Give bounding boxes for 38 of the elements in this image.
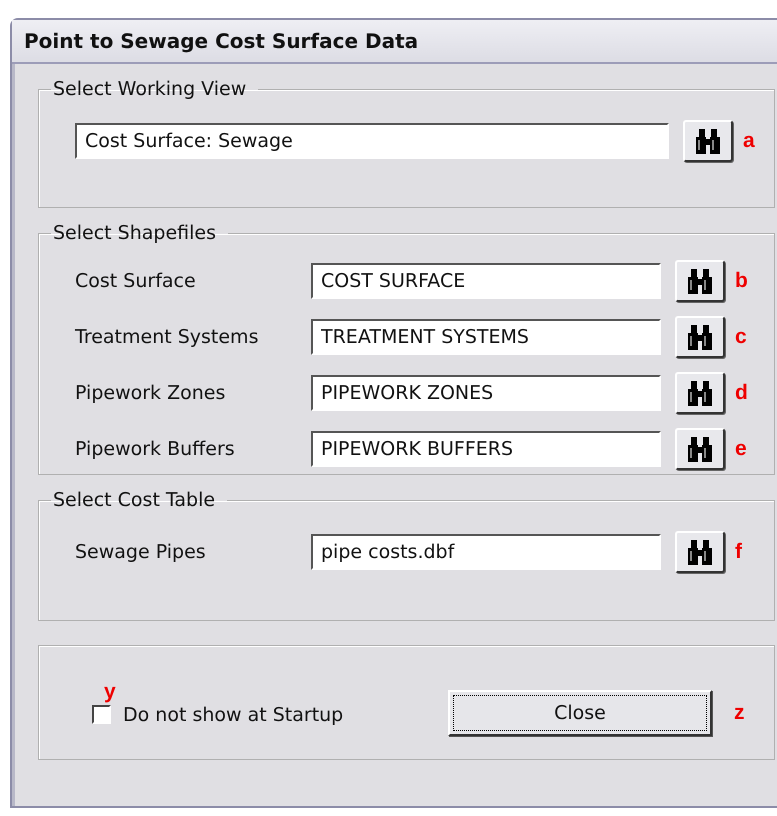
browse-button[interactable] <box>675 260 725 302</box>
field-label: Pipework Zones <box>75 382 226 404</box>
annotation-letter: c <box>735 325 747 349</box>
checkbox-label: Do not show at Startup <box>123 704 344 726</box>
browse-button[interactable] <box>675 531 725 573</box>
annotation-letter: y <box>104 680 117 704</box>
text-field[interactable]: pipe costs.dbf <box>311 534 661 570</box>
group-title: Select Working View <box>52 78 248 100</box>
text-field[interactable]: COST SURFACE <box>311 263 661 299</box>
browse-button[interactable] <box>675 428 725 470</box>
field-label: Sewage Pipes <box>75 541 207 563</box>
checkbox[interactable] <box>92 705 111 724</box>
browse-button[interactable] <box>683 120 733 162</box>
annotation-letter: a <box>743 129 755 153</box>
field-label: Treatment Systems <box>75 326 260 348</box>
group-title: Select Shapefiles <box>52 222 217 244</box>
binoculars-icon <box>687 267 713 295</box>
binoculars-icon <box>687 379 713 407</box>
field-label: Pipework Buffers <box>75 438 236 460</box>
group-title: Select Cost Table <box>52 489 216 511</box>
close-button[interactable]: Close <box>448 690 712 736</box>
window-title: Point to Sewage Cost Surface Data <box>12 20 777 64</box>
field-label: Cost Surface <box>75 270 197 292</box>
text-field[interactable]: PIPEWORK BUFFERS <box>311 431 661 467</box>
annotation-letter: d <box>735 381 748 405</box>
binoculars-icon <box>687 435 713 463</box>
binoculars-icon <box>695 127 721 155</box>
text-field[interactable]: Cost Surface: Sewage <box>75 123 669 159</box>
annotation-letter: z <box>734 700 744 724</box>
annotation-letter: b <box>735 269 748 293</box>
annotation-letter: e <box>735 437 747 461</box>
browse-button[interactable] <box>675 316 725 358</box>
binoculars-icon <box>687 538 713 566</box>
text-field[interactable]: TREATMENT SYSTEMS <box>311 319 661 355</box>
binoculars-icon <box>687 323 713 351</box>
browse-button[interactable] <box>675 372 725 414</box>
annotation-letter: f <box>735 540 742 564</box>
text-field[interactable]: PIPEWORK ZONES <box>311 375 661 411</box>
